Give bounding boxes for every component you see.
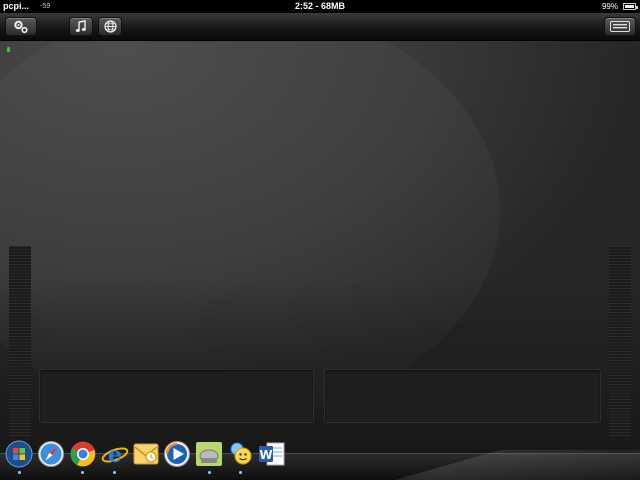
windows-start-icon[interactable] — [5, 440, 33, 468]
right-mouse-button[interactable] — [324, 369, 601, 423]
safari-icon[interactable] — [37, 440, 65, 468]
keyboard-icon — [610, 21, 630, 32]
battery-percent: 99% — [601, 2, 618, 11]
windows-media-player-icon[interactable] — [163, 440, 191, 468]
dock-running-indicator — [81, 471, 84, 474]
word-icon[interactable]: W — [258, 440, 286, 468]
internet-explorer-icon[interactable]: e — [101, 440, 129, 468]
battery-icon — [623, 3, 638, 10]
dock-running-indicator — [239, 471, 242, 474]
outlook-icon[interactable] — [132, 440, 160, 468]
left-mouse-button[interactable] — [39, 369, 314, 423]
svg-text:W: W — [259, 448, 272, 462]
left-scroll-strip[interactable] — [9, 246, 31, 436]
app-icon[interactable] — [195, 440, 223, 468]
keyboard-button[interactable] — [604, 17, 636, 36]
right-scroll-strip[interactable] — [609, 246, 631, 436]
trackpad-area[interactable] — [0, 41, 640, 480]
clock-memory: 2:52 - 68MB — [294, 1, 346, 11]
status-bar: pcpi... -59 2:52 - 68MB 99% — [0, 0, 640, 13]
gear-icon — [14, 20, 28, 33]
web-button[interactable] — [98, 17, 122, 36]
music-note-icon — [75, 20, 86, 32]
toolbar — [0, 13, 640, 41]
svg-text:e: e — [108, 442, 122, 468]
messenger-icon[interactable] — [226, 440, 254, 468]
chrome-icon[interactable] — [69, 440, 97, 468]
settings-button[interactable] — [5, 17, 37, 36]
media-button[interactable] — [69, 17, 93, 36]
dock-running-indicator — [208, 471, 211, 474]
dock-running-indicator — [18, 471, 21, 474]
dock-running-indicator — [113, 471, 116, 474]
globe-icon — [103, 20, 117, 33]
cursor-indicator — [7, 47, 10, 52]
dock: e W — [0, 436, 640, 480]
